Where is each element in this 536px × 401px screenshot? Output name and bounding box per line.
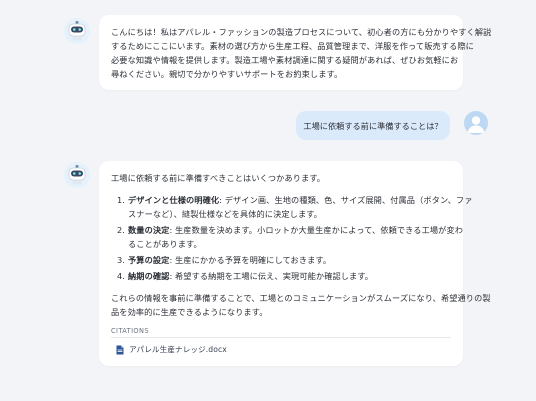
message-line: 尋ねください。親切で分かりやすいサポートをお約束します。	[111, 69, 343, 79]
citation-file-name: アパレル生産ナレッジ.docx	[129, 345, 227, 354]
robot-icon	[68, 21, 86, 41]
bot-avatar	[64, 18, 90, 44]
list-number: 4.	[117, 271, 126, 281]
message-intro: 工場に依頼する前に準備すべきことはいくつかあります。	[111, 173, 326, 183]
list-item-title: 予算の設定	[128, 255, 170, 265]
list-item-text: : デザイン画、生地の種類、色、サイズ展開、付属品（ボタン、ファ	[219, 195, 473, 205]
list-item: デザインと仕様の明確化: デザイン画、生地の種類、色、サイズ展開、付属品（ボタン…	[128, 193, 473, 207]
bot-avatar	[64, 162, 90, 188]
list-item: 納期の確認: 希望する納期を工場に伝え、実現可能か確認します。	[128, 269, 373, 283]
list-number: 3.	[117, 255, 126, 265]
list-item-text: : 生産にかかる予算を明確にしておきます。	[169, 255, 332, 265]
list-item-text: : 希望する納期を工場に伝え、実現可能か確認します。	[169, 271, 374, 281]
list-item-title: 納期の確認	[128, 271, 170, 281]
list-number: 1.	[117, 195, 126, 205]
list-item-text: スナーなど）、縫製仕様などを具体的に決定します。	[128, 209, 322, 219]
user-icon	[467, 116, 485, 133]
list-number: 2.	[117, 225, 126, 235]
message-closing-line: これらの情報を事前に準備することで、工場とのコミュニケーションがスムーズになり、…	[111, 293, 491, 303]
message-line: こんにちは！私はアパレル・ファッションの製造プロセスについて、初心者の方にも分か…	[111, 27, 492, 37]
list-item: 予算の設定: 生産にかかる予算を明確にしておきます。	[128, 253, 331, 267]
list-item: 数量の決定: 生産数量を決めます。小ロットか大量生産かによって、依頼できる工場が…	[128, 223, 463, 237]
bot-message-2: 工場に依頼する前に準備すべきことはいくつかあります。 1. デザインと仕様の明確…	[99, 161, 491, 366]
list-item-title: デザインと仕様の明確化	[128, 195, 220, 205]
citations-divider	[111, 337, 451, 338]
word-document-icon	[116, 345, 124, 355]
message-line: 必要な知識や情報を提供します。製造工場や素材調達に関する疑問があれば、ぜひお気軽…	[111, 55, 459, 65]
bot-message-1: こんにちは！私はアパレル・ファッションの製造プロセスについて、初心者の方にも分か…	[99, 15, 491, 90]
message-line: するためにここにいます。素材の選び方から生産工程、品質管理まで、洋服を作って販売…	[111, 41, 474, 51]
user-avatar	[464, 111, 488, 135]
message-closing-line: 品を効率的に生産できるようになります。	[111, 307, 268, 317]
user-message-text: 工場に依頼する前に準備することは？	[303, 120, 443, 131]
list-item-title: 数量の決定	[128, 225, 170, 235]
list-item-text: ることがあります。	[128, 239, 202, 249]
user-message: 工場に依頼する前に準備することは？	[296, 111, 450, 140]
robot-icon	[68, 165, 86, 185]
chat-thread: こんにちは！私はアパレル・ファッションの製造プロセスについて、初心者の方にも分か…	[0, 0, 536, 401]
list-item-text: : 生産数量を決めます。小ロットか大量生産かによって、依頼できる工場が変わ	[169, 225, 464, 235]
citation-file-link[interactable]: アパレル生産ナレッジ.docx	[116, 343, 227, 357]
